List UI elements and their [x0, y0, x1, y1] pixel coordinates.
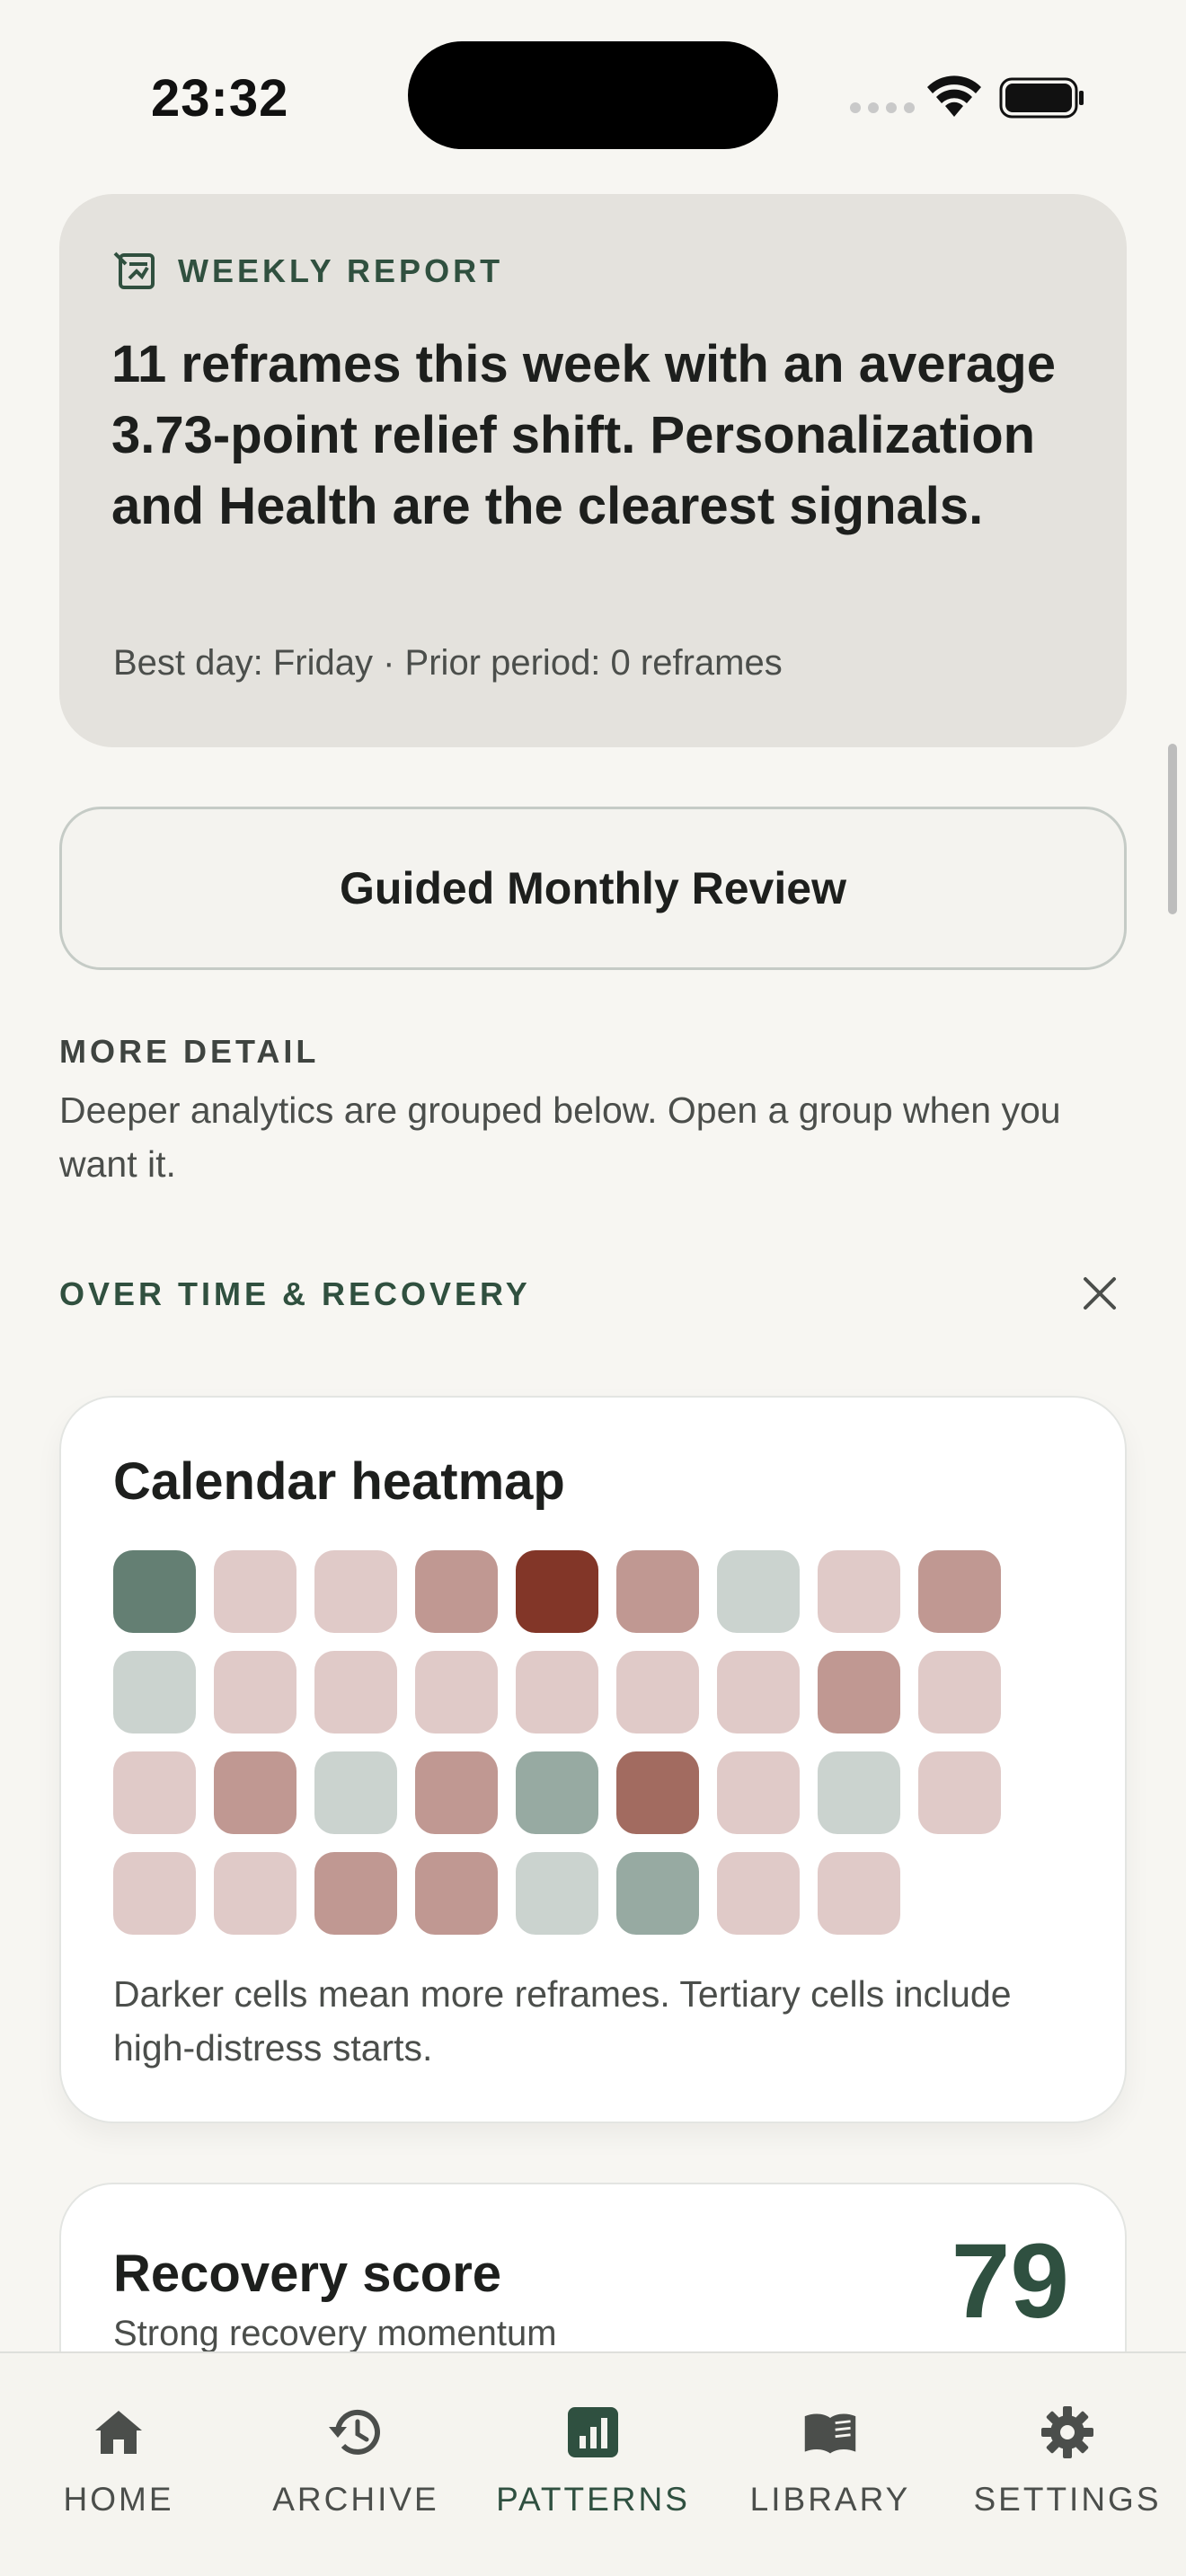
- heatmap-cell: [113, 1550, 196, 1633]
- gear-icon: [1041, 2406, 1093, 2458]
- calendar-heatmap-card: Calendar heatmap Darker cells mean more …: [59, 1396, 1127, 2123]
- book-icon: [804, 2413, 856, 2454]
- heatmap-cell: [516, 1852, 598, 1935]
- heatmap-cell: [717, 1550, 800, 1633]
- recovery-score-value: 79: [951, 2222, 1069, 2341]
- weekly-report-footer: Best day: Friday · Prior period: 0 refra…: [113, 643, 783, 683]
- report-icon: [113, 251, 155, 289]
- heatmap-cell: [717, 1651, 800, 1734]
- heatmap-cell: [616, 1550, 699, 1633]
- cellular-signal-icon: [850, 102, 915, 113]
- close-icon[interactable]: [1078, 1272, 1121, 1315]
- heatmap-cell: [616, 1852, 699, 1935]
- heatmap-cell: [918, 1651, 1001, 1734]
- heatmap-cell: [113, 1651, 196, 1734]
- heatmap-cell: [616, 1651, 699, 1734]
- heatmap-cell: [717, 1751, 800, 1834]
- heatmap-cell: [314, 1651, 397, 1734]
- tab-settings[interactable]: SETTINGS: [949, 2404, 1186, 2538]
- heatmap-cell: [415, 1651, 498, 1734]
- more-detail-heading: MORE DETAIL: [59, 1033, 320, 1070]
- heatmap-cell: [918, 1550, 1001, 1633]
- heatmap-cell: [214, 1550, 296, 1633]
- weekly-report-card: WEEKLY REPORT 11 reframes this week with…: [59, 194, 1127, 747]
- recovery-title: Recovery score: [113, 2245, 502, 2303]
- heatmap-cell: [818, 1651, 900, 1734]
- heatmap-cell: [516, 1550, 598, 1633]
- heatmap-cell: [214, 1751, 296, 1834]
- heatmap-cell: [314, 1852, 397, 1935]
- heatmap-cell: [818, 1550, 900, 1633]
- heatmap-cell: [616, 1751, 699, 1834]
- heatmap-cell: [113, 1751, 196, 1834]
- tab-home[interactable]: HOME: [0, 2404, 237, 2538]
- chart-icon: [568, 2407, 618, 2457]
- heatmap-cell: [113, 1852, 196, 1935]
- history-icon: [329, 2409, 380, 2455]
- heatmap-cell: [314, 1751, 397, 1834]
- heatmap-cell: [214, 1651, 296, 1734]
- heatmap-cell: [818, 1852, 900, 1935]
- guided-monthly-review-button[interactable]: Guided Monthly Review: [59, 807, 1127, 970]
- heatmap-cell: [516, 1651, 598, 1734]
- recovery-subtitle: Strong recovery momentum: [113, 2314, 557, 2353]
- tab-library[interactable]: LIBRARY: [712, 2404, 949, 2538]
- battery-icon: [999, 77, 1084, 119]
- heatmap-cell: [818, 1751, 900, 1834]
- heatmap-cell: [516, 1751, 598, 1834]
- heatmap-cell: [415, 1852, 498, 1935]
- section-title-over-time-recovery: OVER TIME & RECOVERY: [59, 1275, 531, 1312]
- weekly-report-label: WEEKLY REPORT: [178, 252, 504, 289]
- heatmap-cell: [314, 1550, 397, 1633]
- heatmap-cell: [717, 1852, 800, 1935]
- more-detail-description: Deeper analytics are grouped below. Open…: [59, 1090, 1061, 1185]
- scrollbar[interactable]: [1168, 744, 1177, 914]
- home-icon: [95, 2411, 142, 2454]
- bottom-tab-bar: HOME ARCHIVE PATTERNS LIBRARY SETTINGS: [0, 2351, 1186, 2576]
- heatmap-cell: [415, 1751, 498, 1834]
- tab-archive[interactable]: ARCHIVE: [237, 2404, 474, 2538]
- dynamic-island: [408, 41, 778, 149]
- heatmap-cell: [918, 1751, 1001, 1834]
- heatmap-cell: [415, 1550, 498, 1633]
- heatmap-title: Calendar heatmap: [113, 1452, 565, 1511]
- tab-patterns[interactable]: PATTERNS: [474, 2404, 712, 2538]
- heatmap-cell: [214, 1852, 296, 1935]
- status-time: 23:32: [151, 69, 289, 128]
- weekly-report-summary: 11 reframes this week with an average 3.…: [111, 335, 1056, 535]
- heatmap-grid: [113, 1550, 1001, 1935]
- heatmap-legend-text: Darker cells mean more reframes. Tertiar…: [113, 1973, 1012, 2069]
- wifi-icon: [927, 75, 981, 117]
